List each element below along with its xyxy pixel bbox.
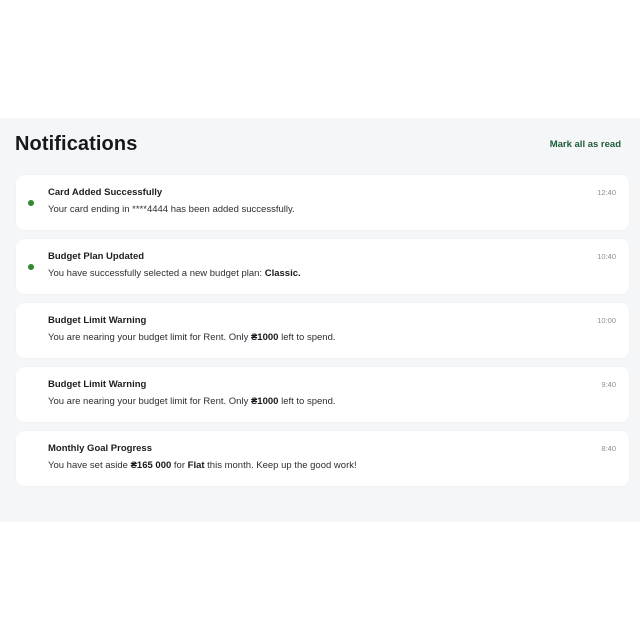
message-highlight: ₴165 000 xyxy=(130,460,172,471)
message-text: You are nearing your budget limit for Re… xyxy=(48,332,251,343)
notification-message: You are nearing your budget limit for Re… xyxy=(48,332,336,343)
notification-card[interactable]: Monthly Goal Progress You have set aside … xyxy=(16,431,629,486)
message-highlight: Classic. xyxy=(264,268,301,279)
notification-card[interactable]: Budget Limit Warning You are nearing your… xyxy=(16,367,629,422)
unread-dot-icon xyxy=(28,264,34,270)
message-text: for xyxy=(171,460,188,471)
page-title: Notifications xyxy=(15,132,138,155)
message-text: You have successfully selected a new bud… xyxy=(48,268,265,279)
notification-card[interactable]: Card Added Successfully Your card ending … xyxy=(16,175,629,230)
message-text: this month. Keep up the good work! xyxy=(204,460,357,471)
notification-title: Card Added Successfully xyxy=(48,187,163,198)
notifications-header: Notifications Mark all as read xyxy=(15,132,621,156)
mark-all-as-read-button[interactable]: Mark all as read xyxy=(550,139,621,150)
message-text: left to spend. xyxy=(278,396,336,407)
notification-time: 10:40 xyxy=(597,252,616,261)
notification-card[interactable]: Budget Plan Updated You have successfully… xyxy=(16,239,629,294)
message-text: You have set aside xyxy=(48,460,131,471)
notification-title: Budget Plan Updated xyxy=(48,251,145,262)
message-text: left to spend. xyxy=(278,332,336,343)
notification-message: You have set aside ₴165 000 for Flat thi… xyxy=(48,460,357,471)
notification-message: Your card ending in ****4444 has been ad… xyxy=(48,204,295,215)
notification-time: 9:40 xyxy=(601,380,616,389)
notification-time: 10:00 xyxy=(597,316,616,325)
notifications-panel: Notifications Mark all as read Card Adde… xyxy=(0,118,640,522)
notification-message: You have successfully selected a new bud… xyxy=(48,268,301,279)
notification-message: You are nearing your budget limit for Re… xyxy=(48,396,336,407)
message-text: Your card ending in ****4444 has been ad… xyxy=(48,204,295,215)
message-text: You are nearing your budget limit for Re… xyxy=(48,396,251,407)
notification-card[interactable]: Budget Limit Warning You are nearing your… xyxy=(16,303,629,358)
notification-title: Monthly Goal Progress xyxy=(48,443,152,454)
message-highlight: ₴1000 xyxy=(250,332,279,343)
message-highlight: Flat xyxy=(187,460,205,471)
unread-dot-icon xyxy=(28,200,34,206)
notification-time: 8:40 xyxy=(601,444,616,453)
message-highlight: ₴1000 xyxy=(250,396,279,407)
notification-title: Budget Limit Warning xyxy=(48,315,147,326)
notification-list: Card Added Successfully Your card ending … xyxy=(16,175,629,495)
notification-title: Budget Limit Warning xyxy=(48,379,147,390)
notification-time: 12:40 xyxy=(597,188,616,197)
